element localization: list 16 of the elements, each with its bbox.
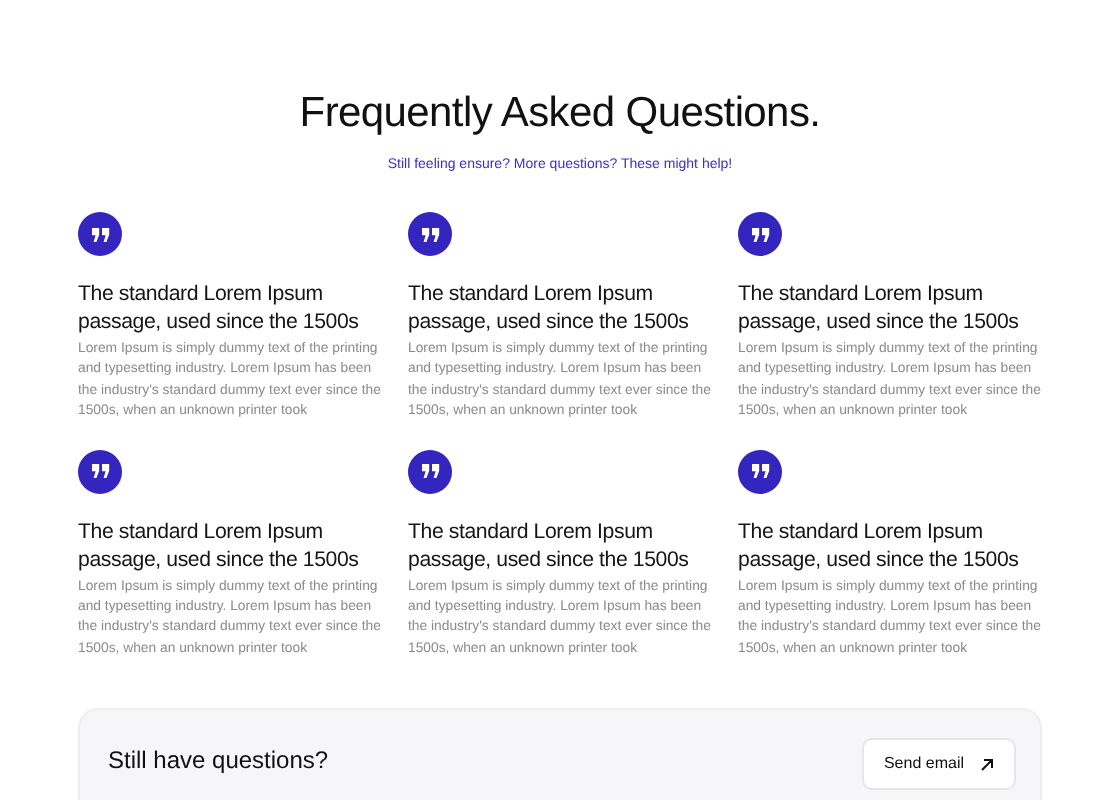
arrow-icon	[980, 757, 994, 772]
quote-icon	[78, 449, 122, 494]
quote-icon	[738, 449, 782, 494]
quote-icon	[408, 212, 452, 256]
send-email-button[interactable]: Send email	[861, 738, 1016, 791]
faq-title: The standard Lorem Ipsum passage, used since the 1500s	[738, 517, 1021, 574]
faq-title: The standard Lorem Ipsum passage, used since the 1500s	[408, 280, 691, 336]
faq-title: The standard Lorem Ipsum passage, used since the 1500s	[78, 517, 361, 574]
quote-icon	[408, 449, 452, 494]
quote-icon	[738, 212, 782, 256]
page-heading: Frequently Asked Questions.	[297, 88, 823, 140]
faq-title: The standard Lorem Ipsum passage, used since the 1500s	[78, 280, 361, 336]
contact-title: Still have questions?	[108, 744, 329, 779]
faq-title: The standard Lorem Ipsum passage, used since the 1500s	[408, 517, 691, 574]
quote-icon	[78, 212, 122, 256]
faq-title: The standard Lorem Ipsum passage, used since the 1500s	[738, 280, 1021, 336]
